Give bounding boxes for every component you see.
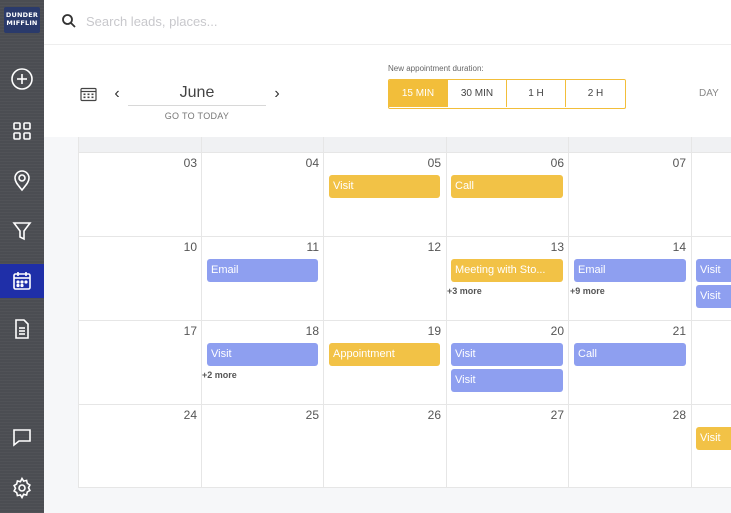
- mini-calendar-icon[interactable]: [80, 87, 97, 102]
- column-divider: [691, 137, 692, 488]
- column-divider: [323, 137, 324, 488]
- duration-2-h-button[interactable]: 2 H: [566, 80, 625, 107]
- column-divider: [201, 137, 202, 488]
- event-visit[interactable]: Visit: [329, 175, 440, 198]
- sidebar-item-dashboard[interactable]: [0, 114, 44, 148]
- sidebar-item-chat[interactable]: [0, 420, 44, 454]
- day-number: 24: [183, 408, 197, 422]
- event-visit[interactable]: Visit: [696, 259, 731, 282]
- day-number: 06: [550, 156, 564, 170]
- day-number: 21: [672, 324, 686, 338]
- more-events-link[interactable]: +2 more: [202, 370, 237, 380]
- day-number: 13: [550, 240, 564, 254]
- day-number: 04: [305, 156, 319, 170]
- event-meeting[interactable]: Meeting with Sto...: [451, 259, 563, 282]
- grid-border: [78, 487, 731, 488]
- row-divider: [78, 152, 731, 153]
- sidebar-item-settings[interactable]: [0, 471, 44, 505]
- event-visit[interactable]: Visit: [696, 427, 731, 450]
- day-number: 27: [550, 408, 564, 422]
- document-icon: [15, 319, 29, 339]
- day-number: 26: [427, 408, 441, 422]
- day-number: 19: [427, 324, 441, 338]
- sidebar: DUNDER MIFFLIN: [0, 0, 44, 513]
- duration-label: New appointment duration:: [388, 64, 484, 73]
- event-visit[interactable]: Visit: [696, 285, 731, 308]
- event-call[interactable]: Call: [574, 343, 686, 366]
- day-number: 20: [550, 324, 564, 338]
- sidebar-item-funnel[interactable]: [0, 214, 44, 248]
- more-events-link[interactable]: +3 more: [447, 286, 482, 296]
- grid-border: [78, 137, 79, 488]
- duration-30-min-button[interactable]: 30 MIN: [448, 80, 507, 107]
- day-number: 10: [183, 240, 197, 254]
- next-month-button[interactable]: ›: [270, 85, 284, 103]
- chat-icon: [13, 429, 31, 447]
- event-visit[interactable]: Visit: [451, 343, 563, 366]
- sidebar-item-add[interactable]: [0, 62, 44, 96]
- day-number: 05: [427, 156, 441, 170]
- grid-icon: [13, 122, 31, 140]
- plus-circle-icon: [11, 68, 33, 90]
- calendar-header: ‹ June › GO TO TODAY New appointment dur…: [44, 44, 731, 137]
- day-number: 17: [183, 324, 197, 338]
- more-events-link[interactable]: +9 more: [570, 286, 605, 296]
- day-number: 03: [183, 156, 197, 170]
- event-email[interactable]: Email: [207, 259, 318, 282]
- day-number: 18: [305, 324, 319, 338]
- day-number: 07: [672, 156, 686, 170]
- event-visit[interactable]: Visit: [207, 343, 318, 366]
- go-to-today-link[interactable]: GO TO TODAY: [144, 111, 250, 121]
- previous-month-button[interactable]: ‹: [110, 85, 124, 103]
- search-input[interactable]: [86, 9, 386, 33]
- sidebar-item-map[interactable]: [0, 164, 44, 198]
- calendar-icon: [13, 272, 31, 290]
- sidebar-item-calendar[interactable]: [0, 264, 44, 298]
- day-number: 14: [672, 240, 686, 254]
- search-icon: [62, 14, 76, 28]
- dunder-mifflin-logo[interactable]: DUNDER MIFFLIN: [4, 7, 40, 33]
- duration-selector: 15 MIN 30 MIN 1 H 2 H: [388, 79, 626, 109]
- day-number: 28: [672, 408, 686, 422]
- event-visit[interactable]: Visit: [451, 369, 563, 392]
- day-number: 12: [427, 240, 441, 254]
- weekday-header-row: [78, 137, 731, 152]
- map-pin-icon: [14, 170, 30, 192]
- month-grid: 03 04 05 06 07 Visit Call 10 11 12 13 14…: [78, 137, 731, 488]
- row-divider: [78, 320, 731, 321]
- month-title: June: [128, 84, 266, 106]
- column-divider: [446, 137, 447, 488]
- duration-1-h-button[interactable]: 1 H: [507, 80, 566, 107]
- sidebar-item-documents[interactable]: [0, 312, 44, 346]
- filter-icon: [12, 222, 32, 241]
- event-call[interactable]: Call: [451, 175, 563, 198]
- row-divider: [78, 236, 731, 237]
- top-search-bar: [44, 0, 731, 44]
- row-divider: [78, 404, 731, 405]
- day-number: 11: [306, 240, 319, 254]
- event-email[interactable]: Email: [574, 259, 686, 282]
- day-number: 25: [305, 408, 319, 422]
- view-day-button[interactable]: DAY: [699, 88, 719, 99]
- duration-15-min-button[interactable]: 15 MIN: [389, 80, 448, 107]
- column-divider: [568, 137, 569, 488]
- event-appointment[interactable]: Appointment: [329, 343, 440, 366]
- gear-icon: [13, 476, 31, 500]
